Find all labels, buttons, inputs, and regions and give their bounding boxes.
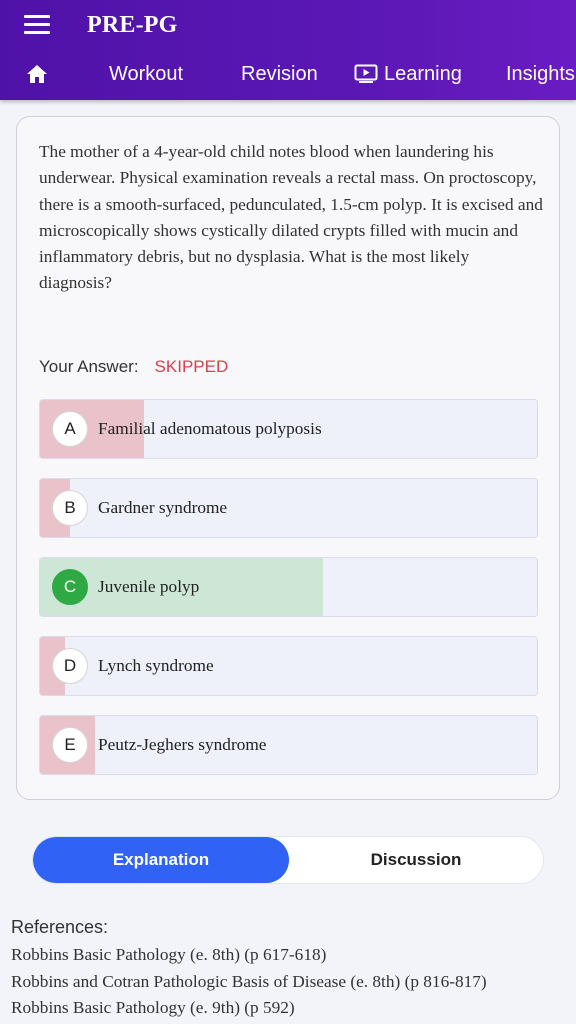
question-card: The mother of a 4-year-old child notes b… — [16, 116, 560, 800]
your-answer-row: Your Answer: SKIPPED — [39, 357, 228, 377]
references-section: References: Robbins Basic Pathology (e. … — [11, 917, 571, 1022]
option-d-letter: D — [52, 648, 88, 684]
explanation-discussion-tabs: Explanation Discussion — [32, 836, 544, 884]
nav-insights-label: Insights — [506, 62, 575, 85]
your-answer-label: Your Answer: — [39, 357, 139, 376]
hamburger-icon[interactable] — [24, 15, 50, 37]
app-title: PRE-PG — [87, 12, 178, 38]
nav-revision-label: Revision — [241, 62, 318, 85]
tab-explanation[interactable]: Explanation — [33, 837, 289, 883]
option-e-text: Peutz-Jeghers syndrome — [98, 735, 267, 754]
option-a-letter: A — [52, 411, 88, 447]
option-a-text: Familial adenomatous polyposis — [98, 419, 322, 438]
nav-learning-label: Learning — [384, 62, 462, 85]
option-b[interactable]: B Gardner syndrome — [39, 478, 538, 538]
references-title: References: — [11, 917, 109, 937]
nav-revision[interactable]: Revision — [241, 48, 318, 100]
nav-home[interactable] — [26, 48, 48, 100]
nav-learning[interactable]: Learning — [354, 48, 462, 100]
option-e-letter: E — [52, 727, 88, 763]
option-b-text: Gardner syndrome — [98, 498, 228, 517]
question-text: The mother of a 4-year-old child notes b… — [39, 142, 543, 293]
option-e[interactable]: E Peutz-Jeghers syndrome — [39, 715, 538, 775]
app-header: PRE-PG Workout Revision Learning Insight… — [0, 0, 576, 100]
reference-item: Robbins Basic Pathology (e. 8th) (p 617-… — [11, 945, 327, 964]
option-c-text: Juvenile polyp — [98, 577, 200, 596]
tab-discussion[interactable]: Discussion — [289, 837, 543, 883]
reference-item: Robbins Basic Pathology (e. 9th) (p 592) — [11, 998, 295, 1017]
option-c[interactable]: C Juvenile polyp — [39, 557, 538, 617]
nav-workout[interactable]: Workout — [109, 48, 183, 100]
option-a[interactable]: A Familial adenomatous polyposis — [39, 399, 538, 459]
tv-play-icon — [354, 64, 378, 83]
home-icon — [27, 65, 47, 83]
nav-workout-label: Workout — [109, 62, 184, 85]
option-d[interactable]: D Lynch syndrome — [39, 636, 538, 696]
your-answer-value: SKIPPED — [154, 357, 229, 376]
reference-item: Robbins and Cotran Pathologic Basis of D… — [11, 971, 487, 991]
nav-insights[interactable]: Insights — [506, 48, 575, 100]
top-nav: Workout Revision Learning Insights — [0, 48, 576, 100]
option-b-letter: B — [52, 490, 88, 526]
option-c-letter: C — [52, 569, 88, 605]
option-d-text: Lynch syndrome — [98, 656, 214, 675]
